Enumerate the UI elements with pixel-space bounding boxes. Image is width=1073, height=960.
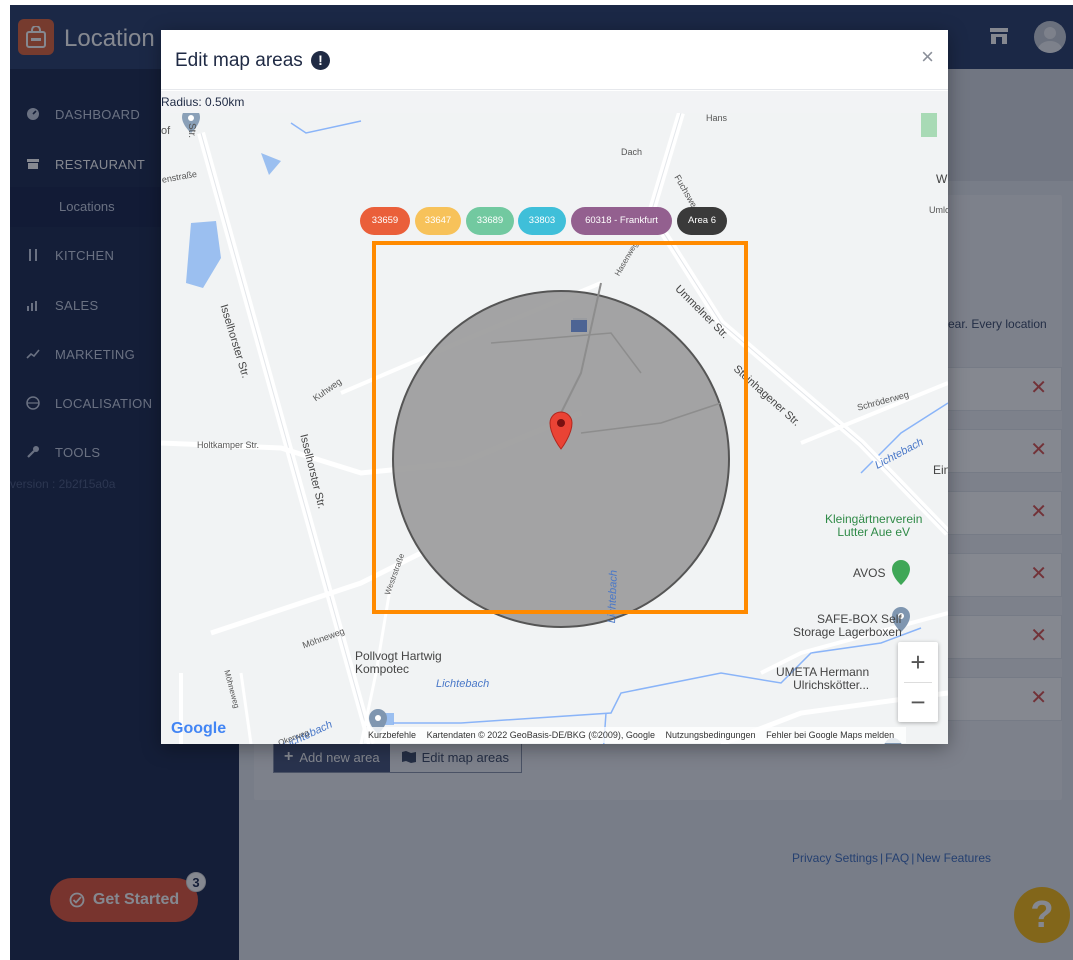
google-logo[interactable]: Google	[171, 720, 226, 738]
area-tag-33803[interactable]: 33803	[518, 207, 566, 235]
map-data-text: Kartendaten © 2022 GeoBasis-DE/BKG (©200…	[426, 730, 655, 740]
street-label: Str.	[186, 123, 197, 139]
street-label: Holtkamper Str.	[197, 440, 260, 450]
area-tag-33647[interactable]: 33647	[415, 207, 461, 235]
area-tag-33689[interactable]: 33689	[466, 207, 514, 235]
modal-title: Edit map areas	[175, 50, 303, 71]
street-label: Lichtebach	[436, 678, 490, 690]
street-label: Umlo	[929, 205, 948, 215]
area-tag-60318-frankfurt[interactable]: 60318 - Frankfurt	[571, 207, 672, 235]
radius-row: Radius: 0.50km	[161, 91, 948, 113]
place-label: Pollvogt Hartwig Kompotec	[355, 649, 442, 676]
close-button[interactable]: ×	[921, 46, 934, 68]
info-icon[interactable]: !	[311, 51, 330, 70]
street-label: W	[936, 172, 948, 186]
place-label: Kleingärtnerverein Lutter Aue eV	[825, 512, 923, 539]
shortcuts-link[interactable]: Kurzbefehle	[368, 730, 416, 740]
place-label: SAFE-BOX Self Storage Lagerboxen	[793, 612, 902, 639]
street-label: of	[161, 125, 171, 137]
place-label: UMETA Hermann Ulrichskötter...	[776, 665, 870, 692]
radius-label: Radius: 0.50km	[161, 95, 245, 109]
street-label: Ein	[933, 463, 948, 477]
place-label: AVOS	[853, 566, 886, 580]
area-tag-33659[interactable]: 33659	[360, 207, 410, 235]
terms-link[interactable]: Nutzungsbedingungen	[665, 730, 755, 740]
modal-header: Edit map areas ! ×	[161, 30, 948, 90]
map-attribution: Kurzbefehle Kartendaten © 2022 GeoBasis-…	[364, 727, 907, 743]
street-label: Hans	[706, 113, 728, 123]
street-label: Dach	[621, 147, 643, 157]
area-tag-area-6[interactable]: Area 6	[677, 207, 727, 235]
report-error-link[interactable]: Fehler bei Google Maps melden	[766, 730, 894, 740]
highlight-box	[372, 241, 748, 614]
zoom-in-button[interactable]: +	[898, 642, 938, 682]
zoom-out-button[interactable]: −	[898, 682, 938, 722]
zoom-control: + −	[898, 642, 938, 722]
